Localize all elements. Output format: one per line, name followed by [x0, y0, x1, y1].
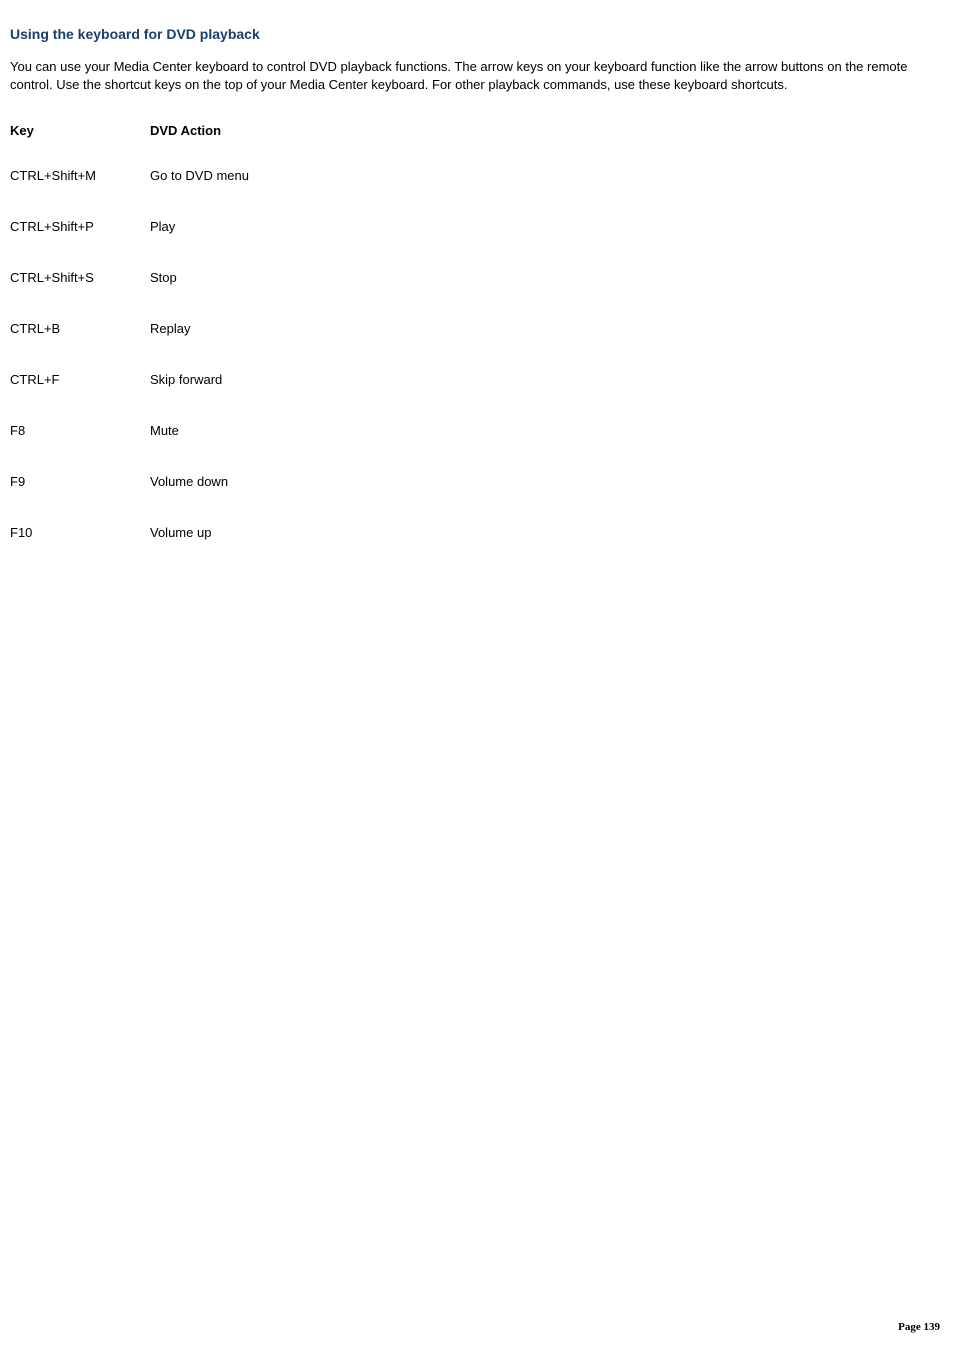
table-row: CTRL+Shift+P Play [10, 219, 255, 270]
intro-paragraph: You can use your Media Center keyboard t… [10, 58, 944, 93]
table-header-key: Key [10, 123, 150, 168]
cell-key: CTRL+Shift+M [10, 168, 150, 219]
table-header-action: DVD Action [150, 123, 255, 168]
table-row: F9 Volume down [10, 474, 255, 525]
cell-key: CTRL+B [10, 321, 150, 372]
cell-action: Go to DVD menu [150, 168, 255, 219]
cell-action: Volume up [150, 525, 255, 576]
cell-action: Mute [150, 423, 255, 474]
cell-key: F9 [10, 474, 150, 525]
cell-key: F10 [10, 525, 150, 576]
table-row: CTRL+Shift+S Stop [10, 270, 255, 321]
cell-action: Play [150, 219, 255, 270]
table-row: F10 Volume up [10, 525, 255, 576]
section-heading: Using the keyboard for DVD playback [10, 26, 944, 42]
cell-action: Replay [150, 321, 255, 372]
table-row: CTRL+B Replay [10, 321, 255, 372]
cell-action: Skip forward [150, 372, 255, 423]
table-row: F8 Mute [10, 423, 255, 474]
shortcuts-table: Key DVD Action CTRL+Shift+M Go to DVD me… [10, 123, 255, 576]
cell-key: CTRL+Shift+S [10, 270, 150, 321]
cell-key: CTRL+F [10, 372, 150, 423]
cell-action: Stop [150, 270, 255, 321]
table-row: CTRL+F Skip forward [10, 372, 255, 423]
table-row: CTRL+Shift+M Go to DVD menu [10, 168, 255, 219]
cell-key: CTRL+Shift+P [10, 219, 150, 270]
page-number: Page 139 [898, 1321, 940, 1333]
cell-action: Volume down [150, 474, 255, 525]
cell-key: F8 [10, 423, 150, 474]
